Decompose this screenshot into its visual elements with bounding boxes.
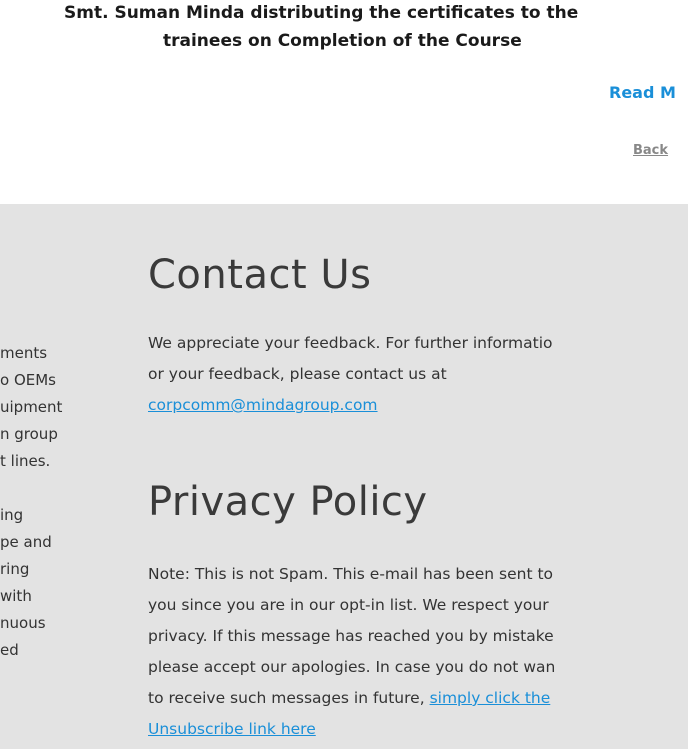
privacy-text-line: Note: This is not Spam. This e-mail has … xyxy=(148,565,554,583)
caption-line-2: trainees on Completion of the Course xyxy=(163,31,522,51)
privacy-text-line: privacy. If this message has reached you… xyxy=(148,627,554,645)
about-line: with xyxy=(0,587,32,605)
about-line: uipment xyxy=(0,398,63,416)
about-line: ed xyxy=(0,641,19,659)
caption-line-1: Smt. Suman Minda distributing the certif… xyxy=(64,3,579,23)
about-line: nuous xyxy=(0,614,46,632)
about-line: o OEMs xyxy=(0,371,56,389)
about-line: ments xyxy=(0,344,48,362)
unsubscribe-link[interactable]: simply click the xyxy=(430,689,551,707)
footer-section: ments o OEMs uipment n group t lines. in… xyxy=(0,204,688,749)
about-line: n group xyxy=(0,425,58,443)
unsubscribe-link-continued[interactable]: Unsubscribe link here xyxy=(148,720,316,738)
privacy-heading: Privacy Policy xyxy=(148,479,428,525)
privacy-text-line: you since you are in our opt-in list. We… xyxy=(148,596,549,614)
contact-text-line: or your feedback, please contact us at xyxy=(148,365,447,383)
back-to-top-link[interactable]: Back xyxy=(633,143,668,158)
read-more-link[interactable]: Read M xyxy=(609,83,676,102)
about-line: ing xyxy=(0,506,24,524)
contact-heading: Contact Us xyxy=(148,252,372,298)
newsletter-page: Smt. Suman Minda distributing the certif… xyxy=(0,0,688,749)
about-line: pe and xyxy=(0,533,52,551)
article-section: Smt. Suman Minda distributing the certif… xyxy=(0,0,688,204)
about-column: ments o OEMs uipment n group t lines. in… xyxy=(0,204,110,749)
about-line: ring xyxy=(0,560,30,578)
privacy-text-line: to receive such messages in future, simp… xyxy=(148,683,550,714)
contact-text-line: We appreciate your feedback. For further… xyxy=(148,334,553,352)
privacy-text-span: to receive such messages in future, xyxy=(148,689,430,707)
contact-column: Contact Us We appreciate your feedback. … xyxy=(148,204,688,749)
contact-email-link[interactable]: corpcomm@mindagroup.com xyxy=(148,396,378,414)
privacy-text-line: please accept our apologies. In case you… xyxy=(148,658,556,676)
about-line: t lines. xyxy=(0,452,51,470)
